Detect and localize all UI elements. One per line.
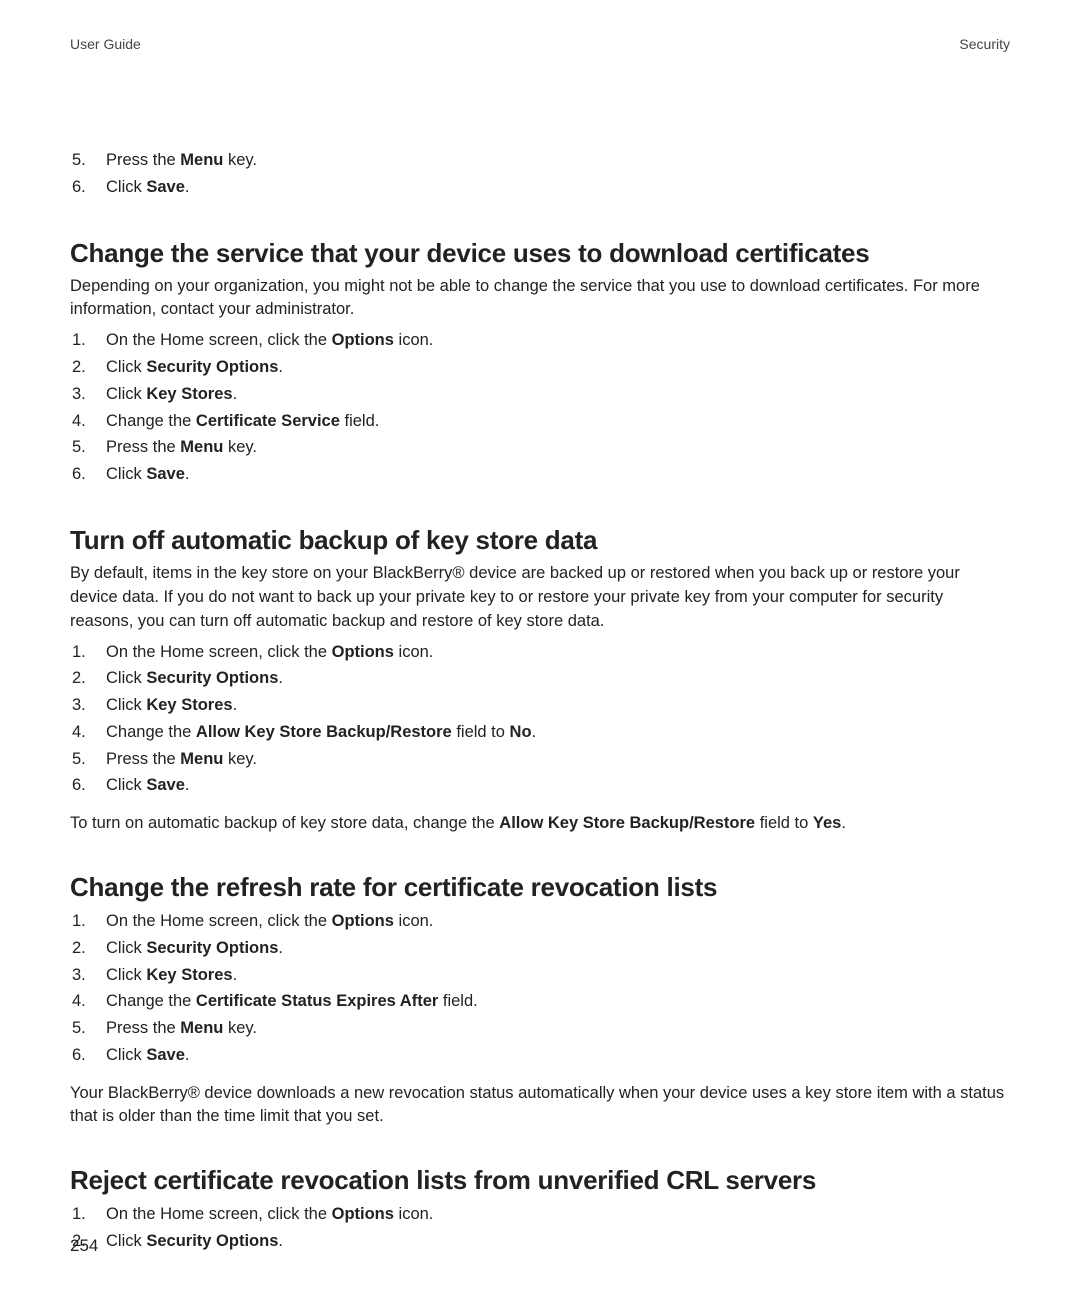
- bold-text: Key Stores: [146, 696, 232, 714]
- step-number: 4.: [72, 989, 86, 1014]
- step-item: 5.Press the Menu key.: [70, 435, 1010, 462]
- bold-text: Menu: [180, 750, 223, 768]
- page-number: 254: [70, 1236, 98, 1256]
- bold-text: Save: [146, 1046, 185, 1064]
- bold-text: Options: [332, 1205, 394, 1223]
- step-number: 1.: [72, 328, 86, 353]
- bold-text: Key Stores: [146, 966, 232, 984]
- step-number: 1.: [72, 1202, 86, 1227]
- step-item: 4.Change the Allow Key Store Backup/Rest…: [70, 720, 1010, 747]
- step-item: 6.Click Save.: [70, 462, 1010, 489]
- step-item: 4.Change the Certificate Service field.: [70, 409, 1010, 436]
- step-number: 4.: [72, 720, 86, 745]
- step-item: 3.Click Key Stores.: [70, 382, 1010, 409]
- section-heading: Reject certificate revocation lists from…: [70, 1165, 1010, 1196]
- step-number: 3.: [72, 693, 86, 718]
- step-list: 1.On the Home screen, click the Options …: [70, 640, 1010, 801]
- bold-text: Certificate Service: [196, 412, 340, 430]
- step-item: 4.Change the Certificate Status Expires …: [70, 989, 1010, 1016]
- step-number: 2.: [72, 666, 86, 691]
- step-item: 2.Click Security Options.: [70, 1229, 1010, 1256]
- step-number: 6.: [72, 773, 86, 798]
- step-item: 3.Click Key Stores.: [70, 963, 1010, 990]
- document-page: User Guide Security 5.Press the Menu key…: [0, 0, 1080, 1296]
- step-item: 5.Press the Menu key.: [70, 747, 1010, 774]
- step-number: 1.: [72, 909, 86, 934]
- bold-text: Certificate Status Expires After: [196, 992, 438, 1010]
- step-item: 2.Click Security Options.: [70, 936, 1010, 963]
- section-heading: Change the service that your device uses…: [70, 238, 1010, 269]
- step-list: 1.On the Home screen, click the Options …: [70, 328, 1010, 489]
- step-number: 6.: [72, 175, 86, 200]
- step-number: 3.: [72, 382, 86, 407]
- header-right: Security: [959, 36, 1010, 52]
- bold-text: Security Options: [146, 939, 278, 957]
- step-number: 5.: [72, 435, 86, 460]
- step-item: 3.Click Key Stores.: [70, 693, 1010, 720]
- step-item: 1.On the Home screen, click the Options …: [70, 328, 1010, 355]
- section-followup: To turn on automatic backup of key store…: [70, 812, 1010, 836]
- bold-text: Security Options: [146, 358, 278, 376]
- step-list: 1.On the Home screen, click the Options …: [70, 1202, 1010, 1256]
- bold-text: Options: [332, 331, 394, 349]
- step-item: 2.Click Security Options.: [70, 666, 1010, 693]
- bold-text: Yes: [813, 814, 841, 832]
- step-item: 5.Press the Menu key.: [70, 1016, 1010, 1043]
- step-item: 6.Click Save.: [70, 1043, 1010, 1070]
- header-left: User Guide: [70, 36, 141, 52]
- step-item: 5.Press the Menu key.: [70, 148, 1010, 175]
- step-item: 1.On the Home screen, click the Options …: [70, 1202, 1010, 1229]
- section-followup: Your BlackBerry® device downloads a new …: [70, 1082, 1010, 1130]
- step-list: 1.On the Home screen, click the Options …: [70, 909, 1010, 1070]
- section-heading: Change the refresh rate for certificate …: [70, 872, 1010, 903]
- step-number: 4.: [72, 409, 86, 434]
- step-number: 6.: [72, 462, 86, 487]
- step-item: 6.Click Save.: [70, 175, 1010, 202]
- bold-text: Menu: [180, 1019, 223, 1037]
- bold-text: Allow Key Store Backup/Restore: [196, 723, 452, 741]
- section-intro: Depending on your organization, you migh…: [70, 275, 1010, 323]
- bold-text: No: [510, 723, 532, 741]
- step-item: 1.On the Home screen, click the Options …: [70, 640, 1010, 667]
- step-number: 2.: [72, 936, 86, 961]
- sections-container: Change the service that your device uses…: [70, 238, 1010, 1256]
- bold-text: Save: [146, 776, 185, 794]
- step-item: 1.On the Home screen, click the Options …: [70, 909, 1010, 936]
- step-number: 5.: [72, 747, 86, 772]
- step-item: 6.Click Save.: [70, 773, 1010, 800]
- bold-text: Options: [332, 912, 394, 930]
- bold-text: Security Options: [146, 669, 278, 687]
- step-number: 2.: [72, 355, 86, 380]
- step-number: 5.: [72, 148, 86, 173]
- page-header: User Guide Security: [70, 36, 1010, 52]
- bold-text: Options: [332, 643, 394, 661]
- section-intro: By default, items in the key store on yo…: [70, 562, 1010, 634]
- section-heading: Turn off automatic backup of key store d…: [70, 525, 1010, 556]
- step-number: 6.: [72, 1043, 86, 1068]
- step-number: 5.: [72, 1016, 86, 1041]
- step-number: 3.: [72, 963, 86, 988]
- intro-step-list: 5.Press the Menu key.6.Click Save.: [70, 148, 1010, 202]
- bold-text: Allow Key Store Backup/Restore: [499, 814, 755, 832]
- bold-text: Key Stores: [146, 385, 232, 403]
- bold-text: Save: [146, 178, 185, 196]
- bold-text: Menu: [180, 438, 223, 456]
- bold-text: Menu: [180, 151, 223, 169]
- bold-text: Security Options: [146, 1232, 278, 1250]
- bold-text: Save: [146, 465, 185, 483]
- step-item: 2.Click Security Options.: [70, 355, 1010, 382]
- step-number: 1.: [72, 640, 86, 665]
